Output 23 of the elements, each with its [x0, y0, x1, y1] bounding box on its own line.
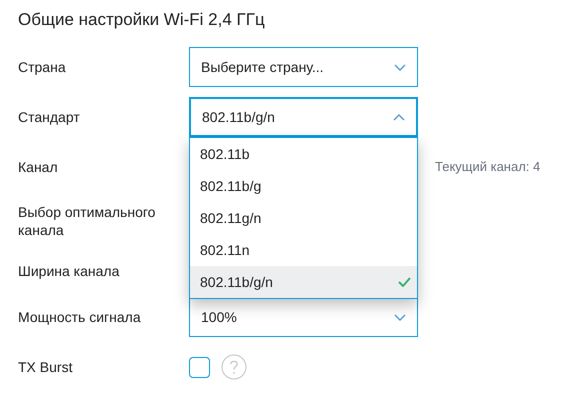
- chevron-down-icon: [394, 64, 406, 70]
- chevron-down-icon: [394, 314, 406, 320]
- select-field[interactable]: 802.11b/g/n: [189, 97, 418, 137]
- dropdown-option[interactable]: 802.11b: [190, 138, 417, 170]
- check-icon: [398, 277, 411, 287]
- chevron-up-icon: [393, 114, 405, 120]
- dropdown-option[interactable]: 802.11n: [190, 234, 417, 266]
- field-label: Стандарт: [18, 108, 81, 126]
- dropdown-option[interactable]: 802.11b/g: [190, 170, 417, 202]
- field-label: Страна: [18, 58, 67, 76]
- section-title: Общие настройки Wi-Fi 2,4 ГГц: [18, 9, 266, 31]
- checkbox[interactable]: [189, 356, 210, 378]
- field-label: Мощность сигнала: [18, 308, 142, 326]
- help-icon[interactable]: [221, 354, 247, 380]
- current-channel-text: Текущий канал: 4: [435, 158, 540, 176]
- field-label: Канал: [18, 158, 59, 176]
- field-label: TX Burst: [18, 358, 74, 376]
- field-label: Ширина канала: [18, 262, 120, 280]
- select-field[interactable]: Выберите страну...: [189, 47, 418, 87]
- select-field[interactable]: 100%: [189, 297, 418, 337]
- dropdown-option[interactable]: 802.11g/n: [190, 202, 417, 234]
- dropdown-option[interactable]: 802.11b/g/n: [190, 266, 417, 298]
- field-label: Выбор оптимального канала: [18, 203, 156, 239]
